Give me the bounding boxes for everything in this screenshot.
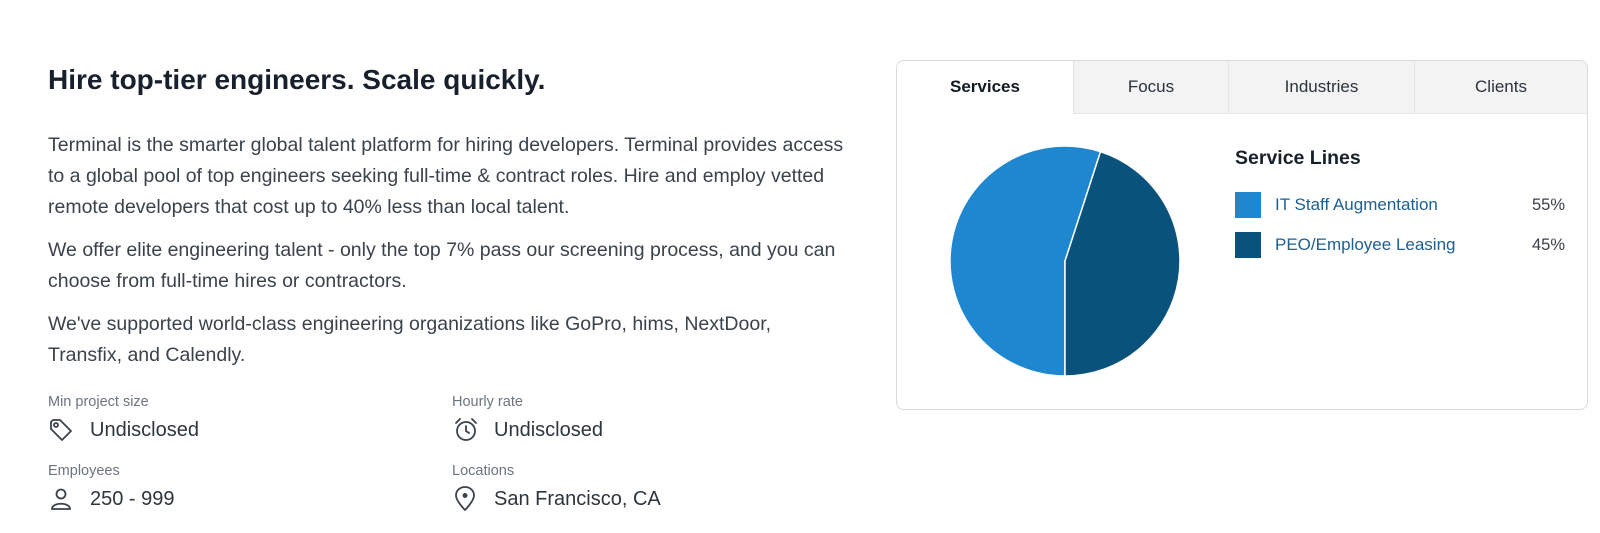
company-summary: Hire top-tier engineers. Scale quickly. … bbox=[48, 60, 848, 383]
legend-label: IT Staff Augmentation bbox=[1275, 195, 1438, 214]
fact-value: Undisclosed bbox=[90, 418, 199, 441]
fact-min-project-size: Min project size Undisclosed bbox=[48, 392, 448, 444]
tab-services[interactable]: Services bbox=[897, 61, 1073, 114]
legend-label: PEO/Employee Leasing bbox=[1275, 235, 1456, 254]
legend-item-peo-employee-leasing[interactable]: PEO/Employee Leasing 45% bbox=[1235, 232, 1565, 258]
tab-clients[interactable]: Clients bbox=[1414, 61, 1587, 114]
service-lines-pie-chart bbox=[947, 143, 1183, 379]
fact-value: San Francisco, CA bbox=[494, 487, 661, 510]
page-title: Hire top-tier engineers. Scale quickly. bbox=[48, 64, 546, 95]
tab-focus[interactable]: Focus bbox=[1073, 61, 1228, 114]
legend-title: Service Lines bbox=[1235, 147, 1361, 169]
legend-percent: 55% bbox=[1531, 195, 1565, 214]
fact-value: Undisclosed bbox=[494, 418, 603, 441]
description-paragraph-3: We've supported world-class engineering … bbox=[48, 313, 772, 366]
fact-locations: Locations San Francisco, CA bbox=[452, 461, 852, 513]
tab-bar: Services Focus Industries Clients bbox=[897, 61, 1587, 114]
fact-label: Hourly rate bbox=[452, 394, 523, 410]
location-pin-icon bbox=[452, 485, 480, 513]
tab-industries[interactable]: Industries bbox=[1228, 61, 1414, 114]
legend-item-it-staff-augmentation[interactable]: IT Staff Augmentation 55% bbox=[1235, 192, 1565, 218]
fact-label: Locations bbox=[452, 463, 515, 479]
price-tag-icon bbox=[48, 416, 76, 444]
service-lines-legend: Service Lines IT Staff Augmentation 55% … bbox=[1235, 147, 1565, 272]
fact-label: Employees bbox=[48, 463, 120, 479]
legend-percent: 45% bbox=[1531, 235, 1565, 254]
description-paragraph-1: Terminal is the smarter global talent pl… bbox=[48, 134, 844, 218]
alarm-clock-icon bbox=[452, 416, 480, 444]
fact-label: Min project size bbox=[48, 394, 149, 410]
description-paragraph-2: We offer elite engineering talent - only… bbox=[48, 239, 836, 292]
fact-hourly-rate: Hourly rate Undisclosed bbox=[452, 392, 852, 444]
person-icon bbox=[48, 485, 76, 513]
fact-employees: Employees 250 - 999 bbox=[48, 461, 448, 513]
fact-value: 250 - 999 bbox=[90, 487, 175, 510]
focus-card: Services Focus Industries Clients Servic… bbox=[896, 60, 1588, 410]
legend-swatch bbox=[1235, 192, 1261, 218]
legend-swatch bbox=[1235, 232, 1261, 258]
